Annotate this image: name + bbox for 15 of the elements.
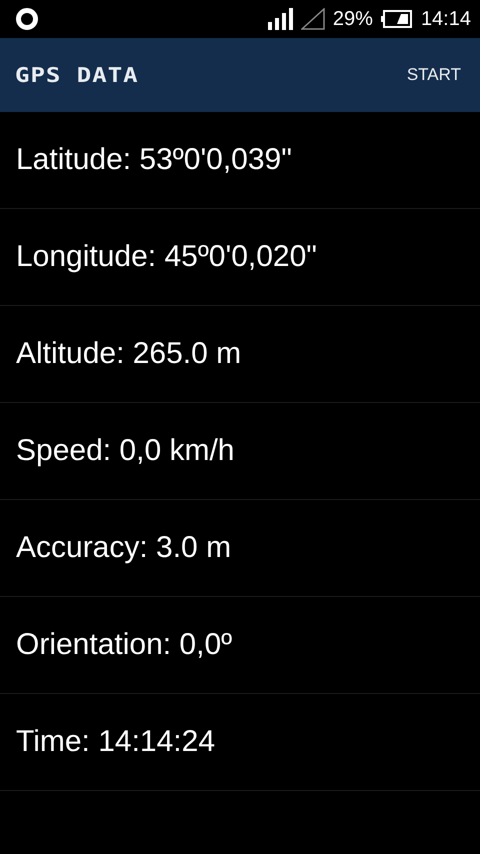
battery-percentage: 29% [332, 8, 373, 30]
battery-icon [380, 10, 413, 28]
signal-icon [300, 8, 325, 30]
notification-icon [15, 7, 39, 31]
data-reading: Time: 14:14:24 [16, 725, 215, 759]
clock: 14:14 [420, 8, 471, 30]
signal-icon [266, 8, 293, 30]
data-reading: Altitude: 265.0 m [16, 337, 242, 371]
start-button[interactable]: START [406, 59, 461, 91]
data-reading: Orientation: 0,0º [16, 628, 232, 662]
app-logo: GPS DATA [15, 63, 139, 87]
data-reading: Accuracy: 3.0 m [16, 531, 232, 565]
data-reading: Latitude: 53º0'0,039" [16, 143, 292, 177]
data-reading: Longitude: 45º0'0,020" [16, 240, 317, 274]
data-reading: Speed: 0,0 km/h [16, 434, 234, 468]
